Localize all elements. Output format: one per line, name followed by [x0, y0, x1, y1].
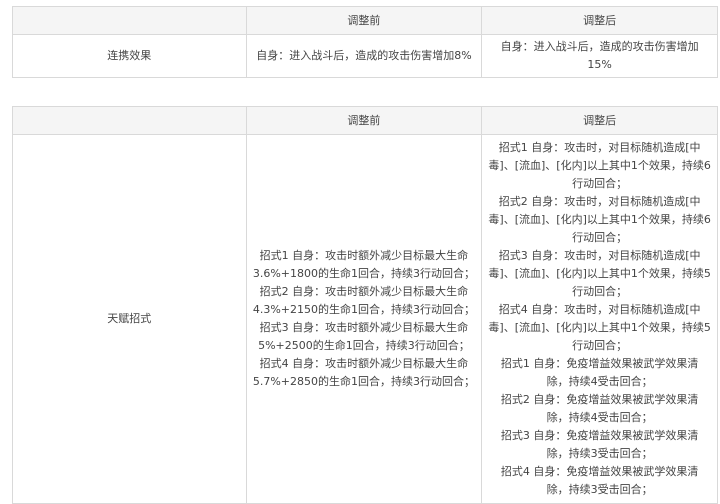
before-cell: 自身：进入战斗后，造成的攻击伤害增加8%	[245, 34, 483, 78]
after-line: 毒]、[流血]、[化内]以上其中1个效果，持续6	[488, 213, 711, 226]
before-line: 招式2 自身：攻击时额外减少目标最大生命	[259, 285, 469, 298]
table-header-row: 调整前 调整后	[12, 6, 718, 35]
after-line: 除，持续4受击回合；	[546, 411, 653, 424]
header-after: 调整后	[481, 6, 718, 35]
after-line: 毒]、[流血]、[化内]以上其中1个效果，持续5	[488, 267, 711, 280]
after-line: 招式4 自身：攻击时，对目标随机造成[中	[498, 303, 701, 316]
after-line: 招式4 自身：免疫增益效果被武学效果清	[500, 465, 699, 478]
after-line: 除，持续3受击回合；	[546, 447, 653, 460]
row-label: 连携效果	[12, 34, 247, 78]
before-line: 招式4 自身：攻击时额外减少目标最大生命	[259, 357, 469, 370]
header-before: 调整前	[245, 106, 483, 135]
before-line: 招式3 自身：攻击时额外减少目标最大生命	[259, 321, 469, 334]
table-header-row: 调整前 调整后	[12, 106, 718, 135]
after-line: 招式3 自身：免疫增益效果被武学效果清	[500, 429, 699, 442]
after-cell: 招式1 自身：攻击时，对目标随机造成[中 毒]、[流血]、[化内]以上其中1个效果…	[481, 134, 718, 504]
after-line: 毒]、[流血]、[化内]以上其中1个效果，持续6	[488, 159, 711, 172]
after-cell: 自身：进入战斗后，造成的攻击伤害增加 15%	[481, 34, 718, 78]
after-line: 除，持续3受击回合；	[546, 483, 653, 496]
header-blank	[12, 106, 247, 135]
header-after: 调整后	[481, 106, 718, 135]
after-line: 行动回合；	[572, 231, 628, 244]
before-line: 招式1 自身：攻击时额外减少目标最大生命	[259, 249, 469, 262]
header-before: 调整前	[245, 6, 483, 35]
after-line: 行动回合；	[572, 339, 628, 352]
after-line: 招式2 自身：攻击时，对目标随机造成[中	[498, 195, 701, 208]
before-cell: 招式1 自身：攻击时额外减少目标最大生命 3.6%+1800的生命1回合，持续3行…	[245, 134, 483, 504]
before-line: 3.6%+1800的生命1回合，持续3行动回合；	[252, 267, 475, 280]
after-line: 招式1 自身：免疫增益效果被武学效果清	[500, 357, 699, 370]
after-line: 行动回合；	[572, 177, 628, 190]
after-line: 招式1 自身：攻击时，对目标随机造成[中	[498, 141, 701, 154]
header-blank	[12, 6, 247, 35]
after-line: 行动回合；	[572, 285, 628, 298]
table-row: 连携效果 自身：进入战斗后，造成的攻击伤害增加8% 自身：进入战斗后，造成的攻击…	[12, 34, 718, 78]
after-line: 自身：进入战斗后，造成的攻击伤害增加	[500, 40, 699, 53]
before-line: 4.3%+2150的生命1回合，持续3行动回合；	[252, 303, 475, 316]
talent-skill-table: 调整前 调整后 天赋招式 招式1 自身：攻击时额外减少目标最大生命 3.6%+18…	[12, 106, 718, 504]
before-line: 5%+2500的生命1回合，持续3行动回合；	[258, 339, 470, 352]
after-line: 毒]、[流血]、[化内]以上其中1个效果，持续5	[488, 321, 711, 334]
after-line: 15%	[587, 58, 612, 71]
before-line: 5.7%+2850的生命1回合，持续3行动回合；	[252, 375, 475, 388]
after-line: 除，持续4受击回合；	[546, 375, 653, 388]
after-line: 招式3 自身：攻击时，对目标随机造成[中	[498, 249, 701, 262]
row-label: 天赋招式	[12, 134, 247, 504]
table-row: 天赋招式 招式1 自身：攻击时额外减少目标最大生命 3.6%+1800的生命1回合…	[12, 134, 718, 504]
linked-effect-table: 调整前 调整后 连携效果 自身：进入战斗后，造成的攻击伤害增加8% 自身：进入战…	[12, 6, 718, 78]
after-line: 招式2 自身：免疫增益效果被武学效果清	[500, 393, 699, 406]
